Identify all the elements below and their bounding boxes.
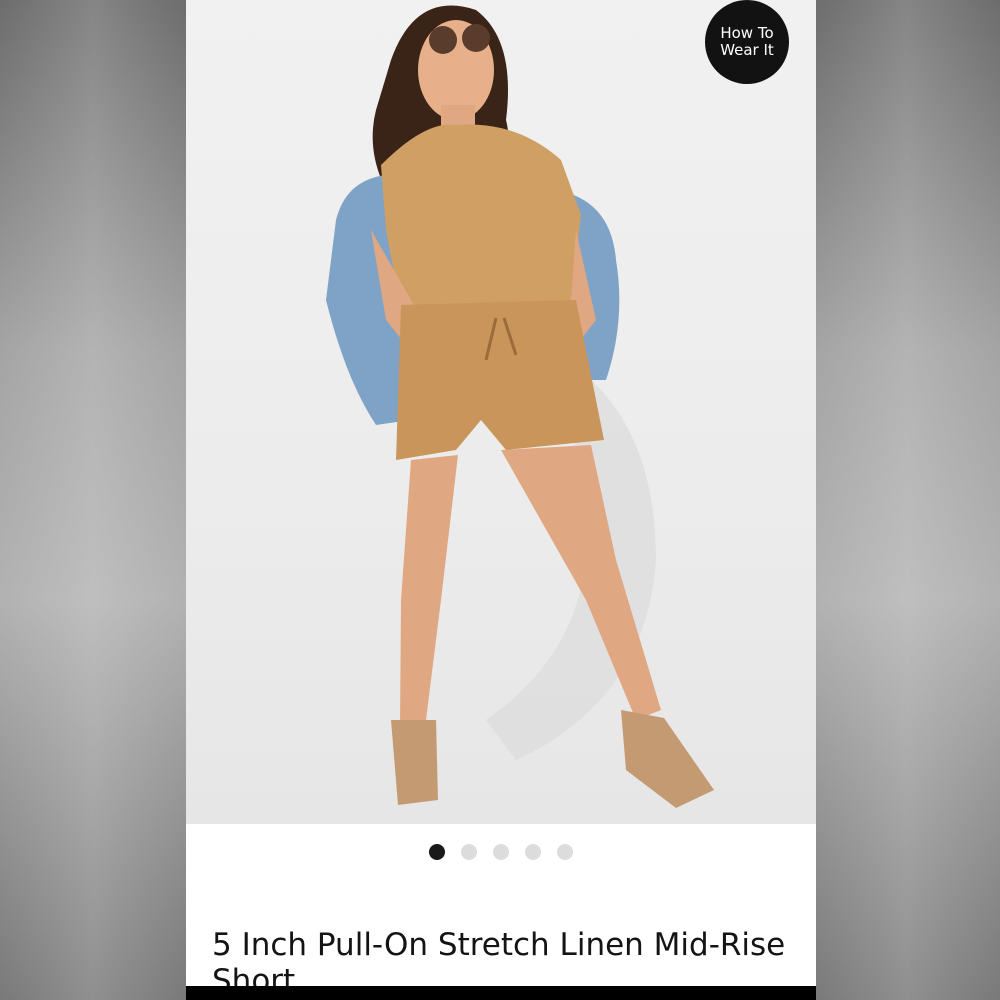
carousel-dot-2[interactable]	[461, 844, 477, 860]
right-backdrop	[814, 0, 1000, 1000]
carousel-dot-4[interactable]	[525, 844, 541, 860]
carousel-indicators	[186, 842, 816, 862]
product-photo[interactable]: How To Wear It	[186, 0, 816, 824]
carousel-dot-5[interactable]	[557, 844, 573, 860]
model-illustration	[326, 5, 714, 808]
bottom-bar	[186, 986, 816, 1000]
how-to-wear-it-button[interactable]: How To Wear It	[705, 0, 789, 84]
product-page: How To Wear It 5 Inch Pull-On Stretch Li…	[186, 0, 816, 1000]
carousel-dot-3[interactable]	[493, 844, 509, 860]
carousel-dot-1[interactable]	[429, 844, 445, 860]
left-backdrop	[0, 0, 186, 1000]
